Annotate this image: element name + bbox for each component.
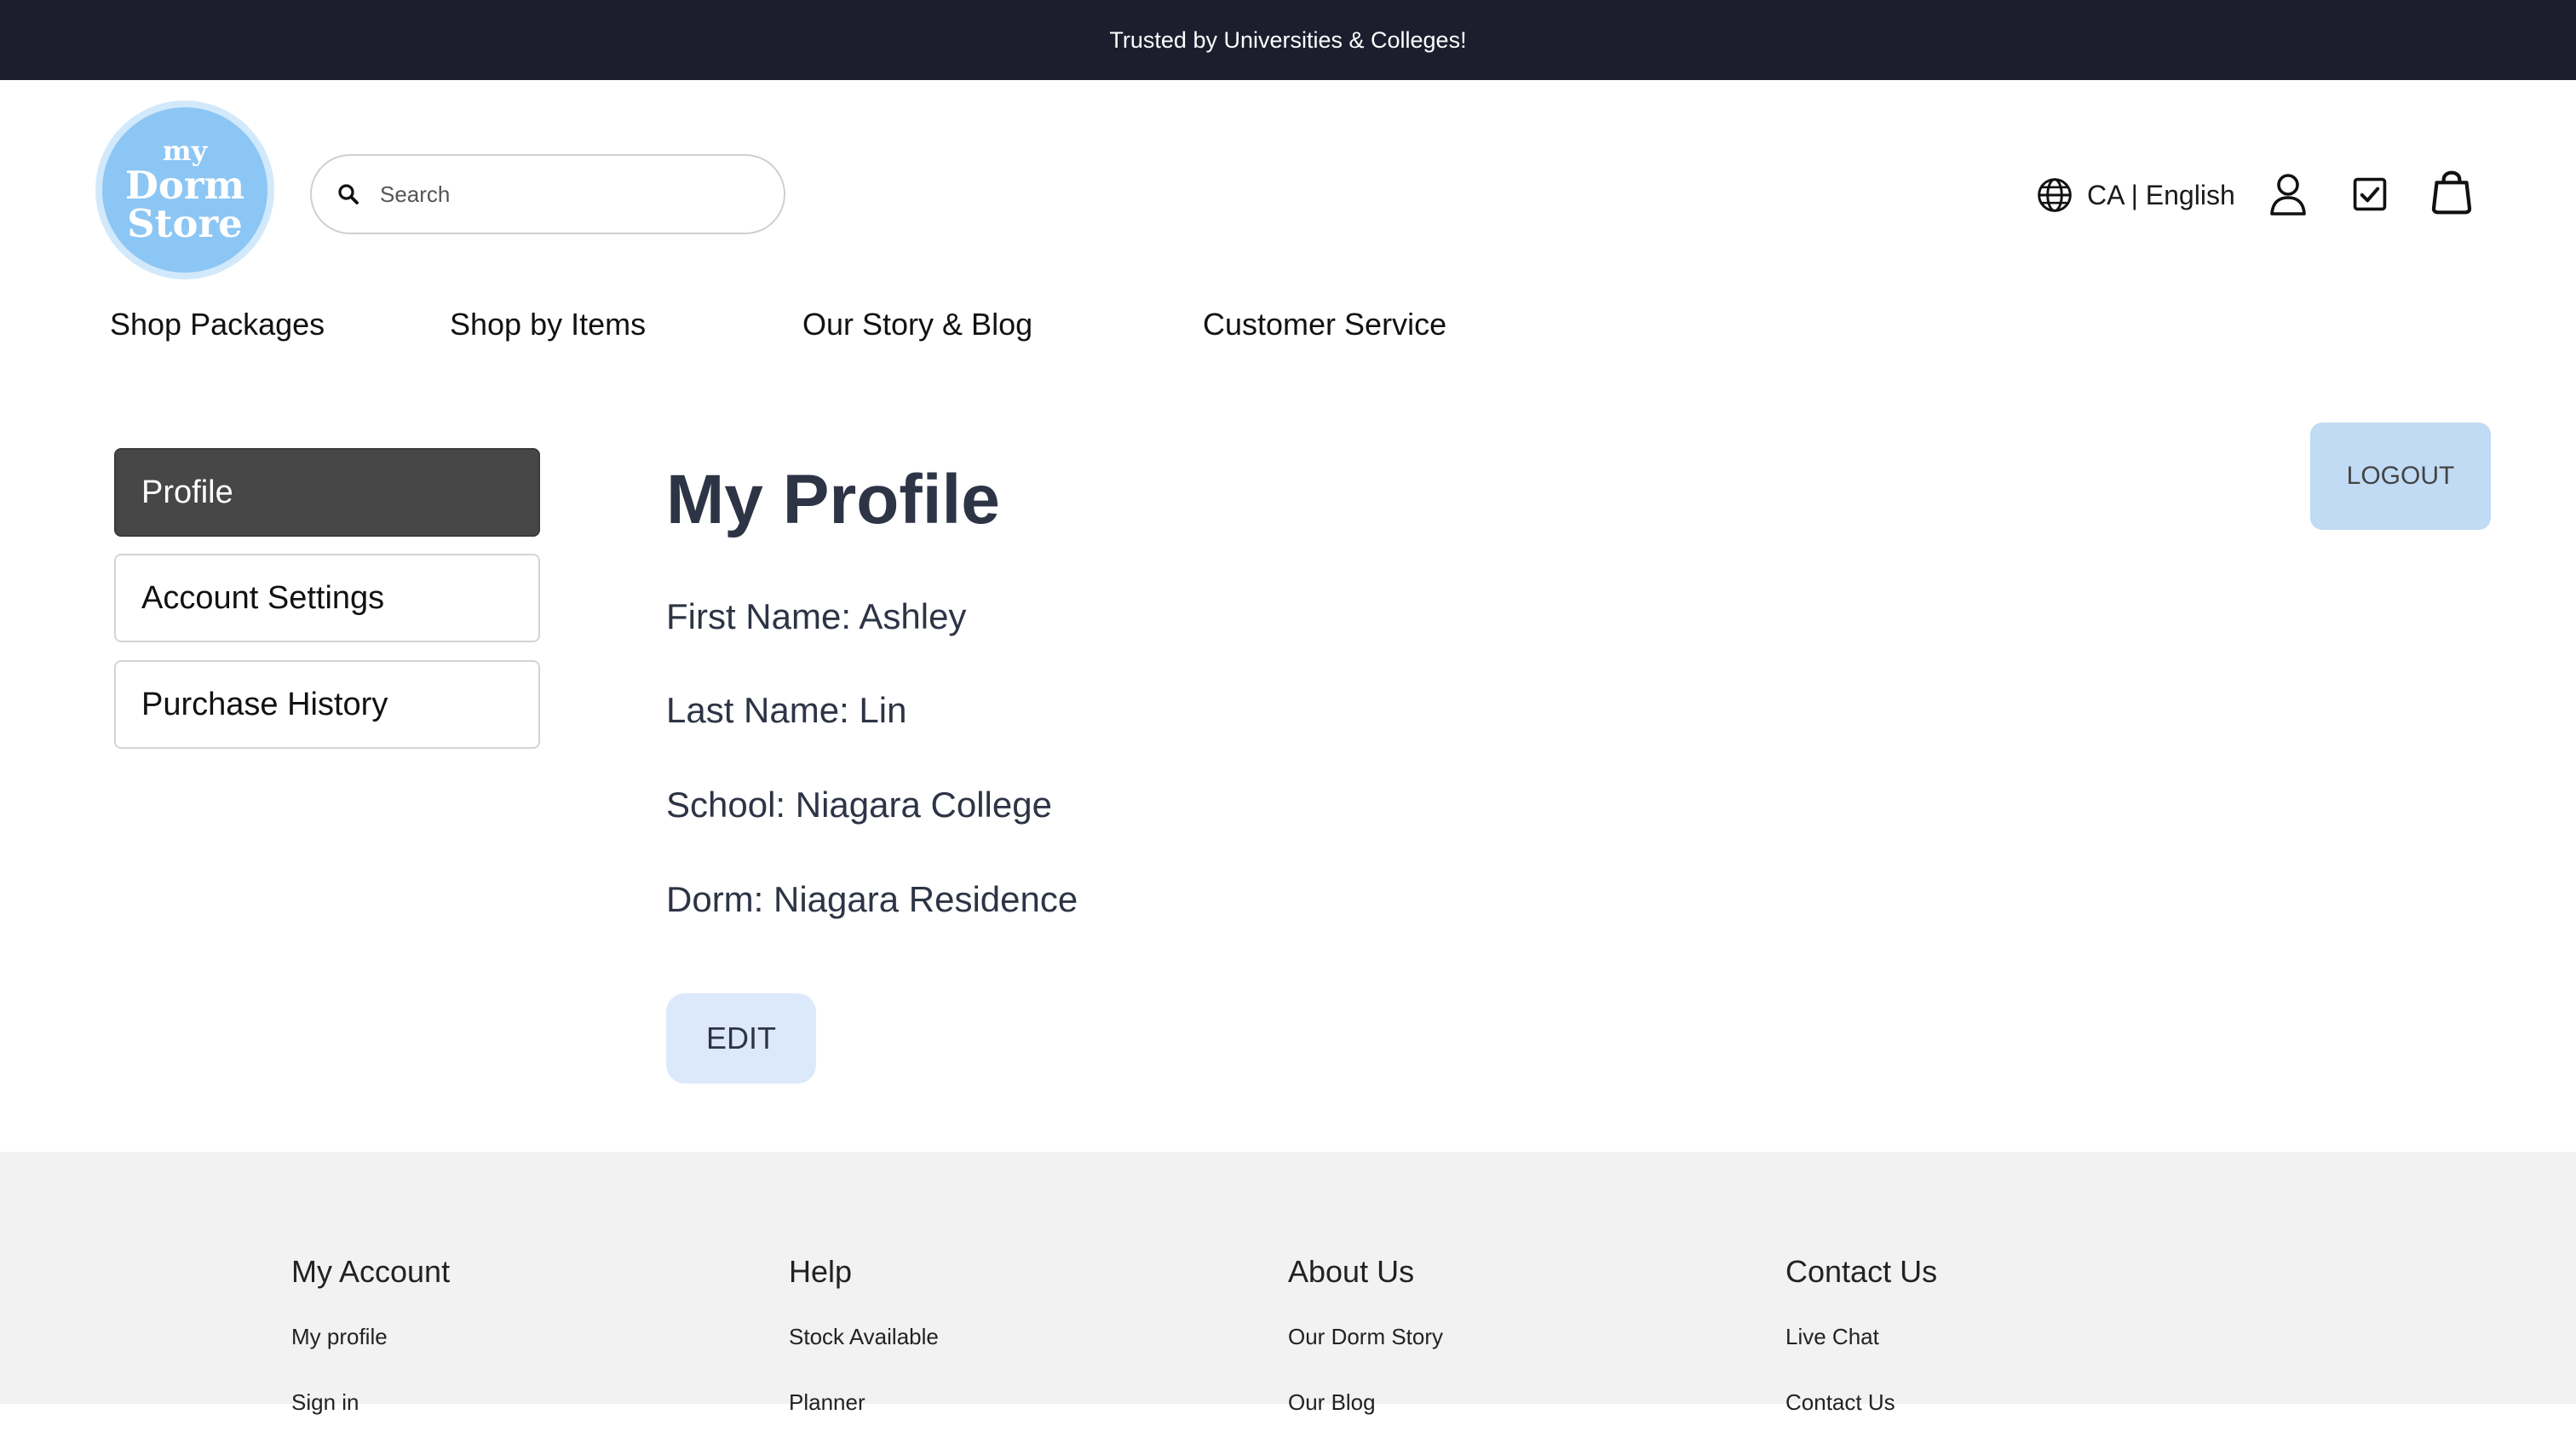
checklist-icon[interactable] (2351, 175, 2389, 213)
search-box[interactable] (310, 154, 785, 234)
user-icon[interactable] (2268, 172, 2309, 216)
footer-heading: My Account (291, 1254, 451, 1289)
search-icon (338, 184, 359, 204)
site-header: my Dorm Store CA | English Shop Packages… (0, 80, 2576, 387)
search-input[interactable] (378, 180, 739, 209)
footer-link[interactable]: Our Dorm Story (1288, 1324, 1443, 1350)
globe-icon (2038, 178, 2072, 212)
sidebar-item-profile[interactable]: Profile (114, 448, 540, 537)
nav-shop-packages[interactable]: Shop Packages (110, 307, 325, 342)
sidebar-item-label: Profile (141, 474, 233, 510)
footer-column-my-account: My Account My profile Sign in (291, 1254, 450, 1455)
footer-link[interactable]: Stock Available (789, 1324, 939, 1350)
logo-line-2: Dorm (124, 163, 245, 208)
nav-shop-by-items[interactable]: Shop by Items (450, 307, 646, 342)
profile-last-name: Last Name: Lin (666, 690, 907, 730)
sidebar-item-account-settings[interactable]: Account Settings (114, 554, 540, 642)
store-logo[interactable]: my Dorm Store (102, 107, 267, 273)
shopping-bag-icon[interactable] (2428, 169, 2475, 216)
site-footer: My Account My profile Sign in Help Stock… (0, 1152, 2576, 1415)
footer-link[interactable]: Live Chat (1785, 1324, 1937, 1350)
locale-selector[interactable]: CA | English (2036, 174, 2235, 216)
profile-dorm: Dorm: Niagara Residence (666, 879, 1078, 919)
nav-our-story-blog[interactable]: Our Story & Blog (802, 307, 1032, 342)
footer-link[interactable]: Our Blog (1288, 1389, 1443, 1416)
nav-customer-service[interactable]: Customer Service (1203, 307, 1446, 342)
footer-heading: Contact Us (1785, 1254, 1938, 1289)
logo-line-1: my (162, 135, 208, 167)
footer-column-about-us: About Us Our Dorm Story Our Blog (1288, 1254, 1443, 1455)
footer-link[interactable]: Sign in (291, 1389, 450, 1416)
locale-label: CA | English (2087, 179, 2235, 210)
logo-line-3: Store (127, 201, 243, 246)
footer-link[interactable]: Planner (789, 1389, 939, 1416)
footer-link[interactable]: My profile (291, 1324, 450, 1350)
footer-link[interactable]: Contact Us (1785, 1389, 1937, 1416)
logout-button[interactable]: LOGOUT (2310, 423, 2491, 530)
profile-first-name: First Name: Ashley (666, 596, 967, 636)
footer-heading: About Us (1288, 1254, 1415, 1289)
announcement-bar: Trusted by Universities & Colleges! (0, 0, 2576, 80)
footer-heading: Help (789, 1254, 853, 1289)
sidebar-item-purchase-history[interactable]: Purchase History (114, 660, 540, 749)
page-title: My Profile (666, 461, 1000, 538)
announcement-text: Trusted by Universities & Colleges! (1109, 26, 1467, 53)
footer-column-help: Help Stock Available Planner (789, 1254, 939, 1455)
edit-button[interactable]: EDIT (666, 993, 816, 1084)
profile-school: School: Niagara College (666, 785, 1052, 825)
footer-column-contact-us: Contact Us Live Chat Contact Us (1785, 1254, 1937, 1455)
sidebar-item-label: Account Settings (141, 579, 385, 616)
sidebar-item-label: Purchase History (141, 686, 388, 722)
